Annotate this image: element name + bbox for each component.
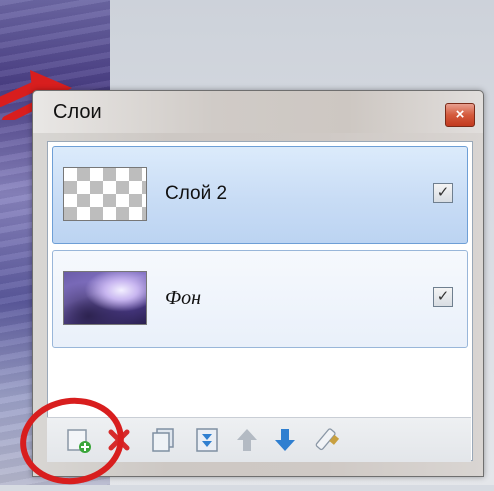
layer-thumbnail (63, 167, 147, 221)
layer-item-background[interactable]: Фон ✓ (52, 250, 468, 348)
move-layer-up-icon[interactable] (233, 426, 261, 454)
close-icon: × (455, 106, 465, 123)
layer-item-layer-2[interactable]: Слой 2 ✓ (52, 146, 468, 244)
window-titlebar[interactable]: Слои × (33, 91, 483, 133)
layer-name: Слой 2 (165, 183, 228, 204)
duplicate-layer-icon[interactable] (149, 426, 177, 454)
layer-visibility-checkbox[interactable]: ✓ (433, 287, 453, 307)
close-button[interactable]: × (445, 103, 475, 127)
layer-visibility-checkbox[interactable]: ✓ (433, 183, 453, 203)
layer-thumbnail (63, 271, 147, 325)
layer-name: Фон (165, 287, 202, 309)
move-layer-down-icon[interactable] (271, 426, 299, 454)
window-title: Слои (53, 101, 102, 123)
layer-properties-icon[interactable] (311, 426, 339, 454)
merge-layer-down-icon[interactable] (193, 426, 221, 454)
